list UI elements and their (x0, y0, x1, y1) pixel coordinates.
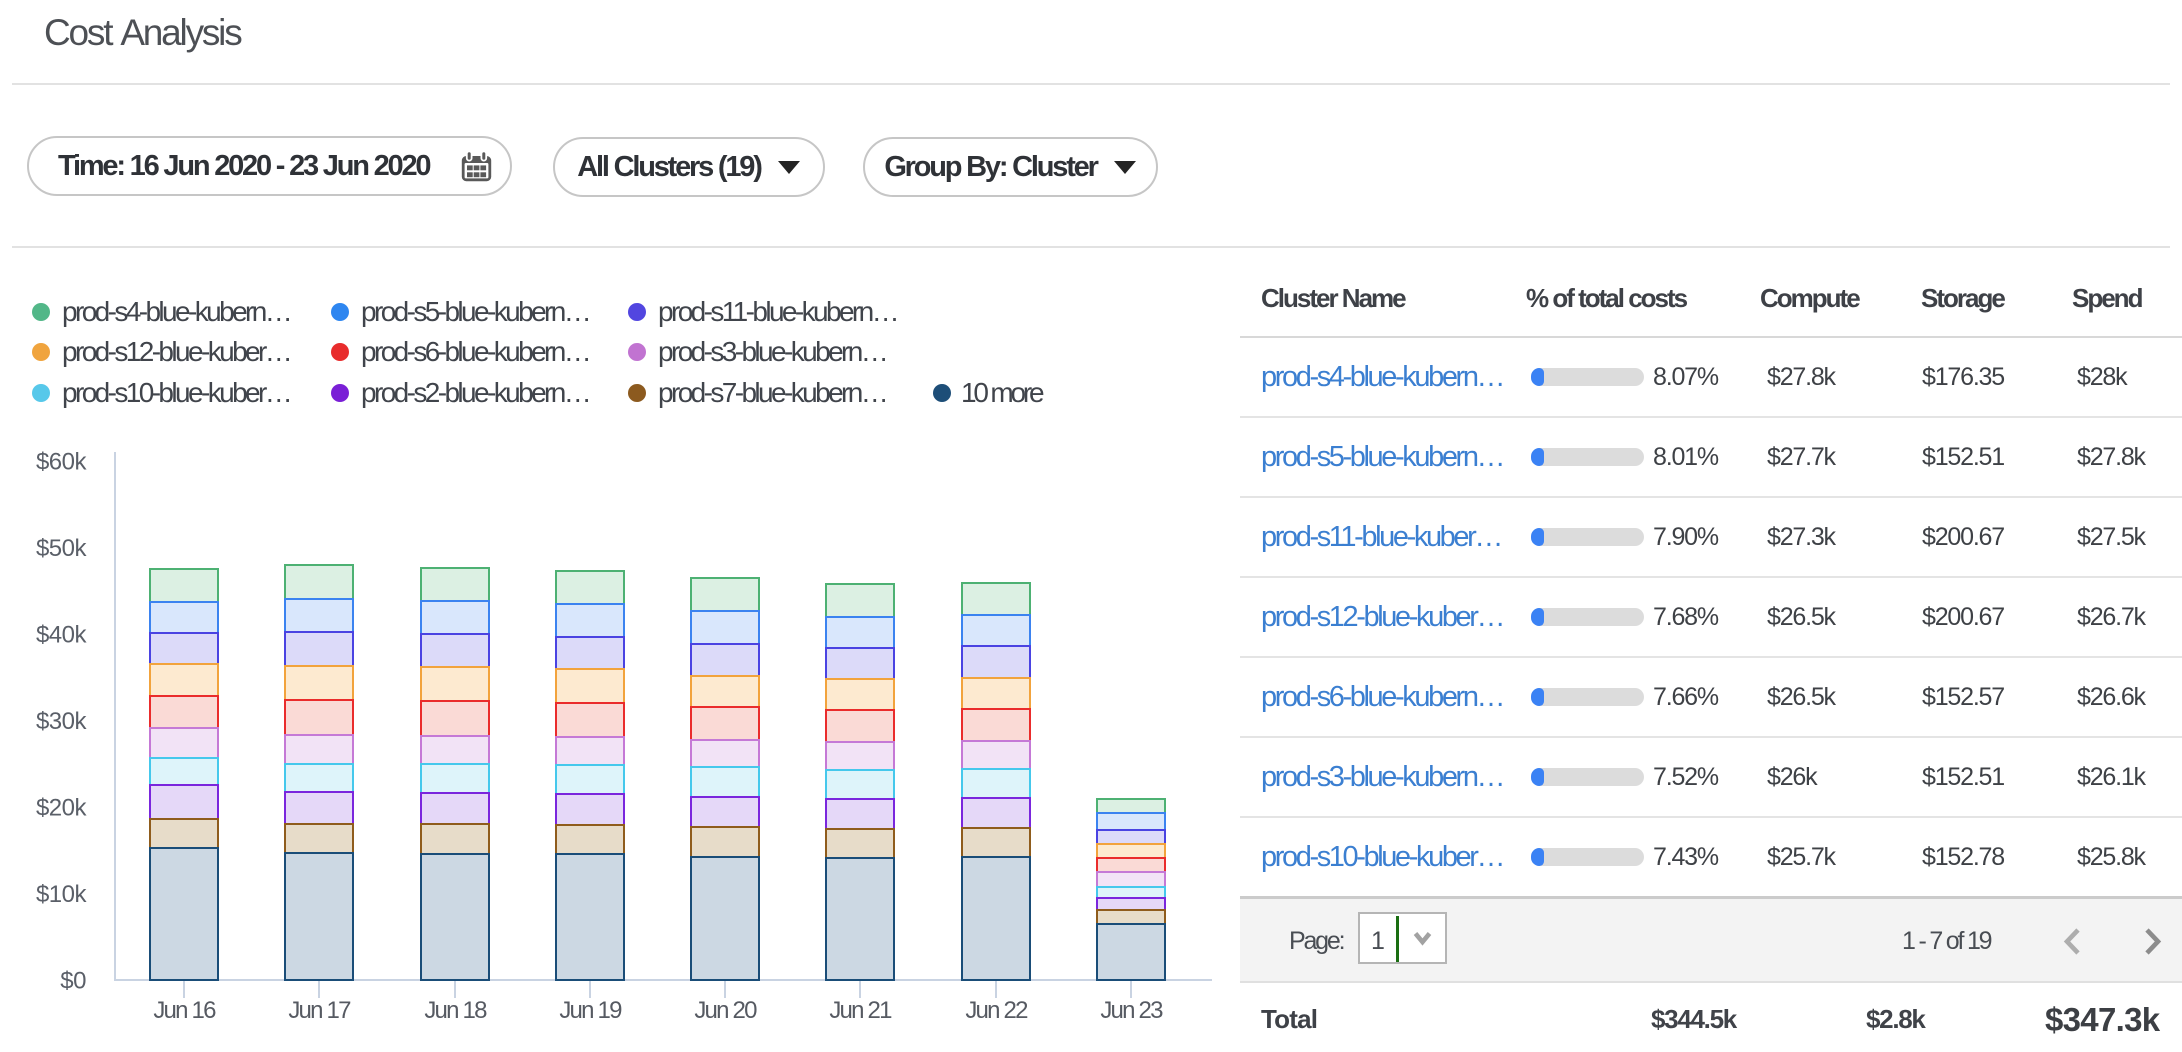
svg-text:Jun 23: Jun 23 (1100, 997, 1163, 1024)
svg-text:Jun 21: Jun 21 (829, 997, 892, 1024)
svg-text:Jun 17: Jun 17 (288, 997, 351, 1024)
svg-text:Jun 20: Jun 20 (694, 997, 757, 1024)
svg-text:$40k: $40k (36, 622, 88, 649)
svg-text:$60k: $60k (36, 449, 88, 476)
svg-text:$20k: $20k (36, 795, 88, 822)
svg-text:$0: $0 (60, 968, 86, 995)
svg-text:$30k: $30k (36, 708, 88, 735)
svg-text:$50k: $50k (36, 535, 88, 562)
svg-text:Jun 18: Jun 18 (424, 997, 487, 1024)
svg-text:Jun 16: Jun 16 (153, 997, 216, 1024)
svg-text:Jun 22: Jun 22 (965, 997, 1028, 1024)
svg-text:Jun 19: Jun 19 (559, 997, 622, 1024)
svg-text:$10k: $10k (36, 881, 88, 908)
